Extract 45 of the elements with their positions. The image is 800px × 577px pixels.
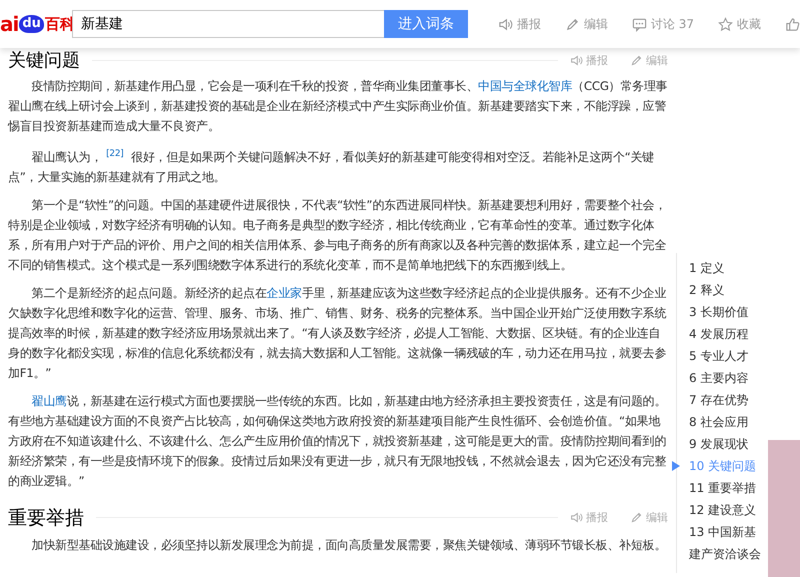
logo-text: du (19, 15, 44, 33)
toc-item[interactable]: 8 社会应用 (689, 411, 748, 433)
toc-item[interactable]: 12 建设意义 (689, 499, 756, 521)
search-button[interactable]: 进入词条 (384, 10, 468, 38)
paragraph: 第二个是新经济的起点问题。新经济的起点在企业家手里，新基建应该为这些数字经济起点的企业提供服务。还有不少企业欠缺数字化思维和数字化的运营、管理、服务、市场、推广、销售、财务、税务的完整体系。当中国企业开始广泛使用数字系统提高效率的时候，新基建的数字经济应用场景就出来了。“有人谈及数字经济，必提人工智能、大数据、区块链。有的企业连自身的数字化都没实现，标准的信息化系统都没有，就去搞大数据和人工智能。这就像一辆残破的车，动力还在用马拉，就要去参加F1。” (8, 284, 668, 382)
toc-item[interactable]: 6 主要内容 (689, 367, 748, 389)
toc-item[interactable]: 1 定义 (689, 257, 724, 279)
search-field[interactable]: 新基建 (72, 10, 384, 38)
section-heading: 关键问题 (8, 50, 80, 72)
section-heading: 重要举措 (8, 506, 84, 530)
read-aloud-button[interactable]: 播报 (498, 15, 541, 33)
logo-text: 百科 (44, 14, 75, 35)
toc-item[interactable]: 2 释义 (689, 279, 724, 301)
reference-link[interactable]: [22] (102, 148, 128, 159)
toc-item[interactable]: 3 长期价值 (689, 301, 748, 323)
edit-button[interactable]: 编辑 (564, 15, 608, 33)
star-icon (718, 16, 733, 32)
toc-item[interactable]: 10 关键问题 (689, 455, 756, 477)
toc-item[interactable]: 11 重要举措 (689, 477, 756, 499)
paragraph: 翟山鹰认为， $^{[22]}$ 很好，但是如果两个关键问题解决不好，看似美好的新基建可能变得相对空泛。若能补足这两个“关键点”，大量实施的新基建就有了用武之地。 (8, 148, 655, 186)
pencil-icon (630, 511, 643, 524)
toc-item[interactable]: 13 中国新基建产资洽谈会 (689, 521, 768, 565)
link[interactable]: 翟山鹰 (32, 394, 67, 408)
toc-item[interactable]: 5 专业人才 (689, 345, 748, 367)
speaker-icon (498, 16, 513, 32)
toc-item[interactable]: 4 发展历程 (689, 323, 748, 345)
like-button[interactable] (785, 16, 800, 32)
paragraph: 翟山鹰说，新基建在运行模式方面也要摆脱一些传统的东西。比如，新基建由地方经济承担主要投资责任，这是有问题的。有些地方基础建设方面的不良资产占比较高，如何确保这类地方政府投资的新基建项目能产生良性循环、会创造价值。“如果地方政府在不知道该建什么、不该建什么、怎么产生应用价值的情况下，就投资新基建，这可能是更大的雷。疫情防控期间看到的新经济繁荣，有一些是疫情环境下的假象。疫情过后如果没有更进一步，就只有无限地投钱，不然就会退去，因为它还没有完整的商业逻辑。” (8, 392, 668, 490)
discussion-button[interactable]: 讨论 37 (632, 15, 694, 33)
link[interactable]: 中国与全球化智库 (478, 78, 572, 93)
speaker-icon (570, 511, 583, 524)
paragraph: 第一个是“软性”的问题。中国的基建硬件进展很快，不代表“软性”的东西进展同样快。新基建要想利用好，需要整个社会，特别是企业领域，对数字经济有明确的认知。电子商务是典型的数字经济，相比传统商业，它有革命性的变革。通过数字化体系，所有用户对于产品的评价、用户之间的相关信用体系、参与电子商务的所有商家以及各种完善的数据体系，建立起一个完全不同的销售模式。这个模式是一系列围绕数字体系进行的系统化变革，而不是简单地把线下的东西搬到线上。 (8, 196, 668, 274)
favorite-button[interactable]: 收藏 (718, 15, 761, 33)
paragraph: 加快新型基础设施建设，必须坚持以新发展理念为前提，面向高质量发展需要，聚焦关键领域、薄弱环节锻长板、补短板。 (30, 537, 668, 554)
toc-item[interactable]: 7 存在优势 (689, 389, 748, 411)
pencil-icon (630, 54, 643, 68)
link[interactable]: 企业家 (266, 286, 302, 300)
speaker-icon (570, 54, 583, 68)
thumbs-up-icon (785, 16, 800, 32)
pencil-icon (564, 16, 580, 32)
logo-text: ai (0, 11, 18, 38)
toc-item[interactable]: 9 发展现状 (689, 433, 748, 455)
paragraph: 疫情防控期间，新基建作用凸显，它会是一项利在千秋的投资，普华商业集团董事长、中国与全球化智库（CCG）常务理事翟山鹰在线上研讨会上谈到，新基建投资的基础是企业在新经济模式中产生实际商业价值。新基建要踏实下来，不能浮躁，应警惕盲目投资新基建而造成大量不良资产。 (8, 78, 668, 135)
triangle-icon (672, 461, 680, 471)
comment-icon (632, 16, 647, 32)
